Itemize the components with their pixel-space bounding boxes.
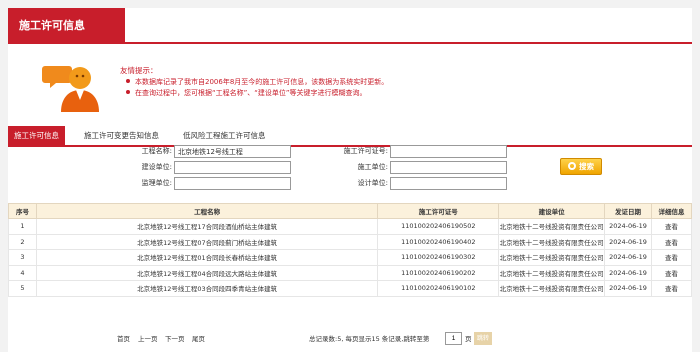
view-link[interactable]: 查看 xyxy=(651,233,692,250)
cell-permit-no: 110100202406190202 xyxy=(377,264,500,281)
tips-title: 友情提示： xyxy=(120,66,158,75)
pager-summary: 总记录数:5, 每页显示15 条记录,跳转至第 xyxy=(309,335,430,343)
cell-project-name: 北京地铁12号线工程04合同段远大路站主体建筑 xyxy=(35,264,379,281)
page: 施工许可信息 友情提示： 本数据库记录了我市自2006年8月至今的施工许可信息，… xyxy=(8,8,692,352)
cell-date: 2024-06-19 xyxy=(604,218,652,235)
permit-no-input[interactable] xyxy=(390,145,507,158)
cell-date: 2024-06-19 xyxy=(604,233,652,250)
pager-unit: 页 xyxy=(465,335,472,343)
cell-builder: 北京地铁十二号线投资有限责任公司 xyxy=(498,218,606,235)
cell-date: 2024-06-19 xyxy=(604,264,652,281)
cell-index: 5 xyxy=(8,280,37,297)
cell-date: 2024-06-19 xyxy=(604,280,652,297)
builder-label: 建设单位: xyxy=(141,163,172,171)
cell-builder: 北京地铁十二号线投资有限责任公司 xyxy=(498,264,606,281)
construction-label: 施工单位: xyxy=(357,163,388,171)
page-title: 施工许可信息 xyxy=(8,8,125,44)
cell-permit-no: 110100202406190302 xyxy=(377,249,500,266)
tip-item: 本数据库记录了我市自2006年8月至今的施工许可信息，该数据为系统实时更新。 xyxy=(126,77,388,87)
table-row: 2 北京地铁12号线工程07合同段蓟门桥站主体建筑 11010020240619… xyxy=(8,233,692,250)
cell-project-name: 北京地铁12号线工程03合同段四季青站主体建筑 xyxy=(35,280,379,297)
builder-input[interactable] xyxy=(174,161,291,174)
tab-bar: 施工许可信息 施工许可变更告知信息 低风险工程施工许可信息 xyxy=(8,126,692,147)
tab-low-risk[interactable]: 低风险工程施工许可信息 xyxy=(183,126,266,145)
supervisor-input[interactable] xyxy=(174,177,291,190)
cell-permit-no: 110100202406190102 xyxy=(377,280,500,297)
view-link[interactable]: 查看 xyxy=(651,249,692,266)
col-header: 序号 xyxy=(8,203,37,219)
cell-index: 4 xyxy=(8,264,37,281)
query-button[interactable]: 搜索 xyxy=(560,158,602,175)
cell-index: 1 xyxy=(8,218,37,235)
cell-permit-no: 110100202406190402 xyxy=(377,233,500,250)
pager-first[interactable]: 首页 xyxy=(117,333,130,345)
col-header: 详细信息 xyxy=(651,203,692,219)
cell-project-name: 北京地铁12号线工程17合同段酒仙桥站主体建筑 xyxy=(35,218,379,235)
tip-text: 在查询过程中，您可根据“工程名称”、“建设单位”等关键字进行模糊查询。 xyxy=(135,89,367,97)
cell-builder: 北京地铁十二号线投资有限责任公司 xyxy=(498,249,606,266)
table-header: 序号 工程名称 施工许可证号 建设单位 发证日期 详细信息 xyxy=(8,203,692,219)
view-link[interactable]: 查看 xyxy=(651,264,692,281)
tips-panel: 友情提示： 本数据库记录了我市自2006年8月至今的施工许可信息，该数据为系统实… xyxy=(8,50,692,120)
search-icon xyxy=(568,162,576,170)
tip-item: 在查询过程中，您可根据“工程名称”、“建设单位”等关键字进行模糊查询。 xyxy=(126,88,367,98)
bullet-icon xyxy=(126,90,130,94)
tab-permit-change[interactable]: 施工许可变更告知信息 xyxy=(84,126,159,145)
table-row: 4 北京地铁12号线工程04合同段远大路站主体建筑 11010020240619… xyxy=(8,264,692,281)
pager-last[interactable]: 尾页 xyxy=(192,333,205,345)
results-table: 序号 工程名称 施工许可证号 建设单位 发证日期 详细信息 1 北京地铁12号线… xyxy=(8,203,692,297)
cell-index: 2 xyxy=(8,233,37,250)
project-name-input[interactable] xyxy=(174,145,291,158)
view-link[interactable]: 查看 xyxy=(651,218,692,235)
view-link[interactable]: 查看 xyxy=(651,280,692,297)
tip-text: 本数据库记录了我市自2006年8月至今的施工许可信息，该数据为系统实时更新。 xyxy=(135,78,389,86)
project-name-label: 工程名称: xyxy=(141,147,172,155)
cell-date: 2024-06-19 xyxy=(604,249,652,266)
construction-input[interactable] xyxy=(390,161,507,174)
page-number-input[interactable] xyxy=(445,332,462,345)
cell-index: 3 xyxy=(8,249,37,266)
bullet-icon xyxy=(126,79,130,83)
cell-permit-no: 110100202406190502 xyxy=(377,218,500,235)
table-row: 1 北京地铁12号线工程17合同段酒仙桥站主体建筑 11010020240619… xyxy=(8,218,692,235)
cell-builder: 北京地铁十二号线投资有限责任公司 xyxy=(498,280,606,297)
col-header: 建设单位 xyxy=(498,203,606,219)
pager-prev[interactable]: 上一页 xyxy=(138,333,158,345)
design-input[interactable] xyxy=(390,177,507,190)
go-button[interactable]: 跳转 xyxy=(474,332,492,345)
col-header: 施工许可证号 xyxy=(377,203,500,219)
user-avatar-icon xyxy=(42,66,99,112)
col-header: 发证日期 xyxy=(604,203,652,219)
supervisor-label: 监理单位: xyxy=(141,179,172,187)
col-header: 工程名称 xyxy=(35,203,379,219)
cell-project-name: 北京地铁12号线工程01合同段长春桥站主体建筑 xyxy=(35,249,379,266)
query-button-label: 搜索 xyxy=(579,162,594,171)
pager-next[interactable]: 下一页 xyxy=(165,333,185,345)
cell-project-name: 北京地铁12号线工程07合同段蓟门桥站主体建筑 xyxy=(35,233,379,250)
table-row: 5 北京地铁12号线工程03合同段四季青站主体建筑 11010020240619… xyxy=(8,280,692,297)
design-label: 设计单位: xyxy=(357,179,388,187)
tab-permit-info[interactable]: 施工许可信息 xyxy=(8,126,65,145)
cell-builder: 北京地铁十二号线投资有限责任公司 xyxy=(498,233,606,250)
permit-no-label: 施工许可证号: xyxy=(343,147,388,155)
table-row: 3 北京地铁12号线工程01合同段长春桥站主体建筑 11010020240619… xyxy=(8,249,692,266)
page-header: 施工许可信息 xyxy=(8,8,692,44)
